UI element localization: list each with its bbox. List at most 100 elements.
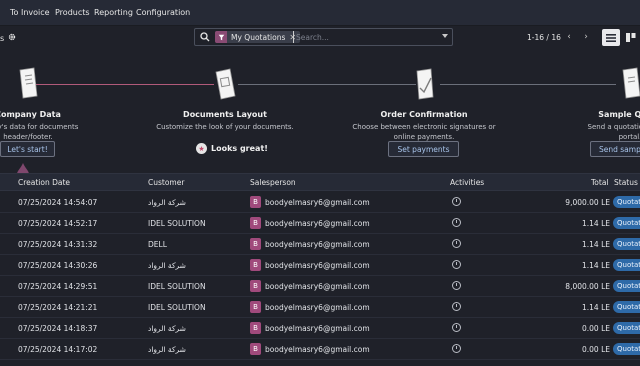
total-cell: 1.14 LE (581, 219, 610, 228)
step-description: Customize the look of your documents. (156, 123, 294, 131)
step-sample-quotation: Sample Quota Send a quotation to testpor… (560, 56, 640, 142)
salesperson-cell: boodyelmasry6@gmail.com (265, 282, 370, 291)
table-row[interactable]: 07/25/2024 14:29:51 IDEL SOLUTION B bood… (0, 276, 640, 297)
search-icon[interactable] (200, 32, 210, 42)
activity-clock-icon[interactable] (452, 344, 461, 353)
step-documents-layout: Documents Layout Customize the look of y… (140, 56, 310, 133)
nav-to-invoice[interactable]: To Invoice (10, 8, 50, 17)
search-facet: My Quotations ✕ (215, 31, 301, 43)
creation-date-cell: 07/25/2024 14:31:32 (18, 240, 98, 249)
breadcrumb[interactable]: s (0, 34, 4, 43)
pager-value[interactable]: 1-16 / 16 (527, 33, 561, 42)
avatar: B (250, 343, 261, 355)
set-payments-button[interactable]: Set payments (388, 141, 459, 157)
total-cell: 0.00 LE (581, 345, 610, 354)
activity-clock-icon[interactable] (452, 239, 461, 248)
lets-start-button[interactable]: Let's start! (0, 141, 55, 157)
facet-label: My Quotations (231, 32, 286, 42)
column-total[interactable]: Total (591, 178, 609, 187)
status-badge: Quotatio (613, 238, 640, 250)
step-description: Choose between electronic signatures or o… (352, 123, 496, 141)
kanban-view-icon (626, 33, 636, 42)
column-customer[interactable]: Customer (148, 178, 184, 187)
column-creation-date[interactable]: Creation Date (18, 178, 70, 187)
activity-clock-icon[interactable] (452, 281, 461, 290)
status-badge: Quotatio (613, 301, 640, 313)
total-cell: 8,000.00 LE (565, 282, 610, 291)
customer-cell: شركة الرواد (148, 345, 186, 354)
column-activities[interactable]: Activities (450, 178, 484, 187)
table-row[interactable]: 07/25/2024 14:21:21 IDEL SOLUTION B bood… (0, 297, 640, 318)
status-badge: Quotatio (613, 280, 640, 292)
kanban-view-button[interactable] (622, 29, 640, 46)
table-row[interactable]: 07/25/2024 14:30:26 شركة الرواد B boodye… (0, 255, 640, 276)
salesperson-cell: boodyelmasry6@gmail.com (265, 324, 370, 333)
table-header: Creation Date Customer Salesperson Activ… (0, 173, 640, 191)
nav-products[interactable]: Products (55, 8, 90, 17)
salesperson-cell: boodyelmasry6@gmail.com (265, 198, 370, 207)
customer-cell: IDEL SOLUTION (148, 303, 206, 312)
nav-reporting[interactable]: Reporting (94, 8, 133, 17)
table-row[interactable]: 07/25/2024 14:18:37 شركة الرواد B boodye… (0, 318, 640, 339)
activity-clock-icon[interactable] (452, 218, 461, 227)
activity-clock-icon[interactable] (452, 302, 461, 311)
search-bar: My Quotations ✕ (194, 28, 453, 46)
customer-cell: شركة الرواد (148, 324, 186, 333)
status-badge: Quotatio (613, 217, 640, 229)
step-company-data: Company Data mpany's data for documentsh… (0, 56, 96, 142)
creation-date-cell: 07/25/2024 14:21:21 (18, 303, 98, 312)
looks-great-label: Looks great! (211, 144, 268, 153)
order-confirmation-icon (416, 68, 434, 100)
activity-clock-icon[interactable] (452, 197, 461, 206)
avatar: B (250, 259, 261, 271)
status-badge: Quotatio (613, 196, 640, 208)
top-navbar: To Invoice Products Reporting Configurat… (0, 0, 640, 26)
status-badge: Quotatio (613, 259, 640, 271)
list-view-button[interactable] (602, 29, 620, 46)
table-row[interactable]: 07/25/2024 14:54:07 شركة الرواد B boodye… (0, 192, 640, 213)
total-cell: 0.00 LE (581, 324, 610, 333)
avatar: B (250, 238, 261, 250)
gear-icon[interactable] (8, 33, 16, 41)
pager-next-icon[interactable]: › (578, 29, 594, 45)
avatar: B (250, 217, 261, 229)
avatar: B (250, 322, 261, 334)
salesperson-cell: boodyelmasry6@gmail.com (265, 240, 370, 249)
status-badge: Quotatio (613, 322, 640, 334)
customer-cell: IDEL SOLUTION (148, 219, 206, 228)
customer-cell: DELL (148, 240, 167, 249)
star-icon: ★ (196, 143, 207, 154)
customer-cell: شركة الرواد (148, 261, 186, 270)
pager-previous-icon[interactable]: ‹ (561, 29, 577, 45)
nav-configuration[interactable]: Configuration (136, 8, 190, 17)
step-title: Company Data (0, 110, 61, 119)
creation-date-cell: 07/25/2024 14:18:37 (18, 324, 98, 333)
step-title: Documents Layout (183, 110, 267, 119)
filter-icon (215, 31, 227, 43)
search-options-toggle-icon[interactable] (442, 34, 448, 38)
looks-great-badge: ★ Looks great! (196, 143, 268, 154)
step-order-confirmation: Order Confirmation Choose between electr… (344, 56, 504, 142)
search-input[interactable] (293, 31, 433, 43)
creation-date-cell: 07/25/2024 14:17:02 (18, 345, 98, 354)
sample-quotation-icon (622, 67, 640, 99)
activity-clock-icon[interactable] (452, 323, 461, 332)
status-badge: Quotatio (613, 343, 640, 355)
column-salesperson[interactable]: Salesperson (250, 178, 296, 187)
table-row[interactable]: 07/25/2024 14:17:02 شركة الرواد B boodye… (0, 339, 640, 360)
onboarding-panel: Company Data mpany's data for documentsh… (0, 56, 640, 173)
total-cell: 1.14 LE (581, 240, 610, 249)
avatar: B (250, 196, 261, 208)
send-sample-button[interactable]: Send sampl (590, 141, 640, 157)
avatar: B (250, 280, 261, 292)
column-status[interactable]: Status (614, 178, 638, 187)
step-description: Send a quotation to testportal. (587, 123, 640, 141)
creation-date-cell: 07/25/2024 14:54:07 (18, 198, 98, 207)
table-row[interactable]: 07/25/2024 14:31:32 DELL B boodyelmasry6… (0, 234, 640, 255)
table-row[interactable]: 07/25/2024 14:52:17 IDEL SOLUTION B bood… (0, 213, 640, 234)
activity-clock-icon[interactable] (452, 260, 461, 269)
salesperson-cell: boodyelmasry6@gmail.com (265, 303, 370, 312)
list-view-icon (606, 33, 616, 42)
step-title: Order Confirmation (380, 110, 468, 119)
creation-date-cell: 07/25/2024 14:52:17 (18, 219, 98, 228)
